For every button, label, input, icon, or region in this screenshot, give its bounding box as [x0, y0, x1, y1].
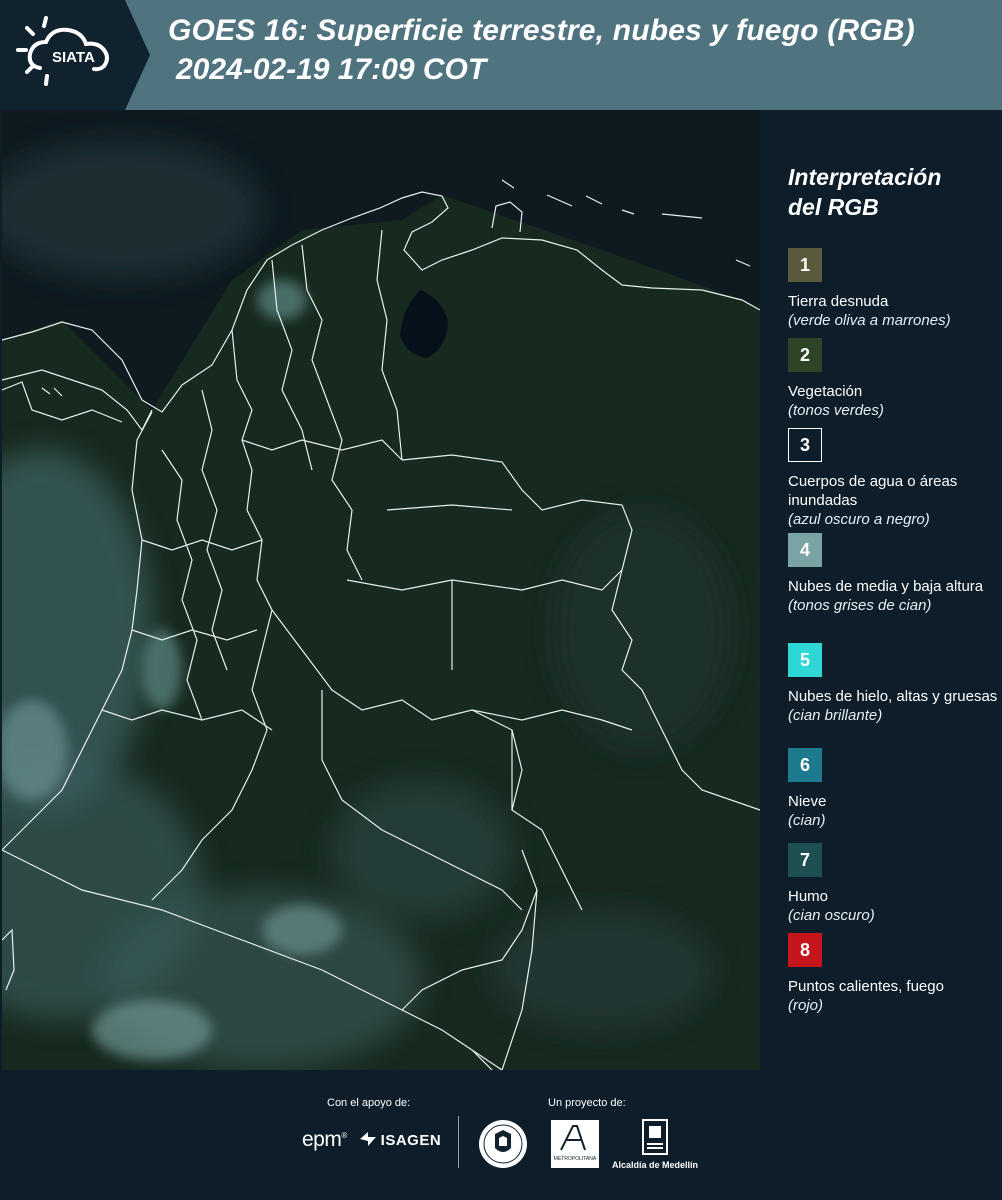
legend-item-1: 1 Tierra desnuda (verde oliva a marrones): [788, 248, 998, 330]
legend-note-1: (verde oliva a marrones): [788, 312, 951, 329]
satellite-map[interactable]: [2, 110, 760, 1070]
legend-note-5: (cian brillante): [788, 707, 883, 724]
support-label: Con el apoyo de:: [327, 1097, 411, 1109]
university-seal-icon[interactable]: [477, 1118, 529, 1175]
epm-logo-text: epm: [302, 1128, 342, 1151]
alcaldia-logo-text: Alcaldía de Medellín: [612, 1160, 699, 1170]
isagen-logo[interactable]: ISAGEN: [360, 1132, 441, 1149]
legend-label-5: Nubes de hielo, altas y gruesas: [788, 688, 998, 705]
footer-divider: [458, 1116, 459, 1168]
legend-label-1: Tierra desnuda: [788, 293, 889, 310]
page-title: GOES 16: Superficie terrestre, nubes y f…: [168, 14, 915, 47]
legend-label-2: Vegetación: [788, 383, 863, 400]
legend-swatch-4: 4: [788, 533, 822, 567]
legend-label-7: Humo: [788, 888, 829, 905]
legend-item-4: 4 Nubes de media y baja altura (tonos gris…: [788, 533, 998, 615]
legend-note-3: (azul oscuro a negro): [788, 511, 930, 528]
area-metropolitana-logo[interactable]: METROPOLITANA: [551, 1120, 599, 1173]
legend-title-line1: Interpretación: [788, 164, 942, 190]
legend-item-6: 6 Nieve (cian): [788, 748, 998, 830]
legend-note-8: (rojo): [788, 997, 824, 1014]
legend-item-7: 7 Humo (cian oscuro): [788, 843, 998, 925]
project-label: Un proyecto de:: [548, 1097, 626, 1109]
legend-swatch-6: 6: [788, 748, 822, 782]
epm-logo[interactable]: epm®: [302, 1128, 347, 1152]
legend-swatch-8: 8: [788, 933, 822, 967]
isagen-logo-text: ISAGEN: [380, 1132, 442, 1149]
legend-swatch-1: 1: [788, 248, 822, 282]
legend-item-8: 8 Puntos calientes, fuego (rojo): [788, 933, 998, 1015]
legend-title-line2: del RGB: [788, 194, 879, 220]
legend-note-2: (tonos verdes): [788, 402, 884, 419]
legend-item-5: 5 Nubes de hielo, altas y gruesas (cian br…: [788, 643, 998, 725]
legend-note-4: (tonos grises de cian): [788, 597, 932, 614]
legend-label-8: Puntos calientes, fuego: [788, 978, 944, 995]
footer: Con el apoyo de: Un proyecto de: epm® IS…: [0, 1070, 1002, 1200]
legend-swatch-7: 7: [788, 843, 822, 877]
legend-swatch-5: 5: [788, 643, 822, 677]
legend-note-7: (cian oscuro): [788, 907, 875, 924]
isagen-mark-icon: [360, 1132, 376, 1146]
legend-label-3: Cuerpos de agua o áreas inundadas: [788, 473, 958, 509]
area-logo-text: METROPOLITANA: [554, 1156, 597, 1162]
medellin-shield-icon[interactable]: [641, 1118, 669, 1161]
legend-item-2: 2 Vegetación (tonos verdes): [788, 338, 998, 420]
legend-swatch-2: 2: [788, 338, 822, 372]
legend-item-3: 3 Cuerpos de agua o áreas inundadas (azul …: [788, 428, 998, 529]
legend-title: Interpretación del RGB: [788, 162, 988, 222]
legend-label-4: Nubes de media y baja altura: [788, 578, 984, 595]
legend-label-6: Nieve: [788, 793, 827, 810]
image-timestamp: 2024-02-19 17:09 COT: [176, 53, 487, 86]
logo-text: SIATA: [52, 49, 95, 66]
header-bar: SIATA GOES 16: Superficie terrestre, nub…: [0, 0, 1002, 110]
legend-swatch-3: 3: [788, 428, 822, 462]
siata-logo[interactable]: SIATA: [0, 0, 150, 110]
legend-note-6: (cian): [788, 812, 826, 829]
legend-panel: Interpretación del RGB 1 Tierra desnuda (v…: [760, 110, 1002, 1070]
